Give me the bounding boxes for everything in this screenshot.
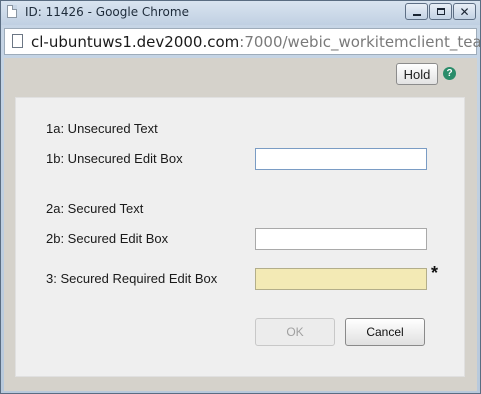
maximize-icon bbox=[436, 8, 445, 15]
unsecured-edit-box[interactable] bbox=[255, 148, 427, 170]
label-secured-text: 2a: Secured Text bbox=[46, 201, 144, 216]
close-icon: ✕ bbox=[459, 4, 470, 19]
required-marker: * bbox=[431, 263, 439, 283]
secured-edit-box[interactable] bbox=[255, 228, 427, 250]
form-panel: 1a: Unsecured Text 1b: Unsecured Edit Bo… bbox=[15, 97, 465, 377]
label-unsecured-edit-box: 1b: Unsecured Edit Box bbox=[46, 151, 183, 166]
browser-window: ID: 11426 - Google Chrome ✕ cl-ubuntuws1… bbox=[0, 0, 481, 394]
window-title: ID: 11426 - Google Chrome bbox=[25, 5, 189, 19]
cancel-button[interactable]: Cancel bbox=[345, 318, 425, 346]
label-secured-edit-box: 2b: Secured Edit Box bbox=[46, 231, 169, 246]
url-text: cl-ubuntuws1.dev2000.com:7000/webic_work… bbox=[31, 33, 481, 51]
maximize-button[interactable] bbox=[429, 3, 452, 20]
label-unsecured-text: 1a: Unsecured Text bbox=[46, 121, 158, 136]
close-button[interactable]: ✕ bbox=[453, 3, 476, 20]
title-bar[interactable]: ID: 11426 - Google Chrome ✕ bbox=[1, 1, 480, 25]
page-icon bbox=[7, 5, 17, 18]
document-icon bbox=[12, 34, 23, 48]
minimize-icon bbox=[412, 13, 421, 16]
address-bar[interactable]: cl-ubuntuws1.dev2000.com:7000/webic_work… bbox=[4, 28, 480, 55]
minimize-button[interactable] bbox=[405, 3, 428, 20]
ok-button[interactable]: OK bbox=[255, 318, 335, 346]
url-path: :7000/webic_workitemclient_team_i bbox=[239, 33, 481, 51]
secured-required-edit-box[interactable] bbox=[255, 268, 427, 290]
window-controls: ✕ bbox=[404, 3, 476, 20]
help-icon[interactable]: ? bbox=[443, 67, 456, 80]
page-content: Hold ? 1a: Unsecured Text 1b: Unsecured … bbox=[4, 58, 477, 391]
label-secured-required-edit-box: 3: Secured Required Edit Box bbox=[46, 271, 218, 286]
hold-button[interactable]: Hold bbox=[396, 63, 438, 85]
url-host: cl-ubuntuws1.dev2000.com bbox=[31, 33, 240, 51]
